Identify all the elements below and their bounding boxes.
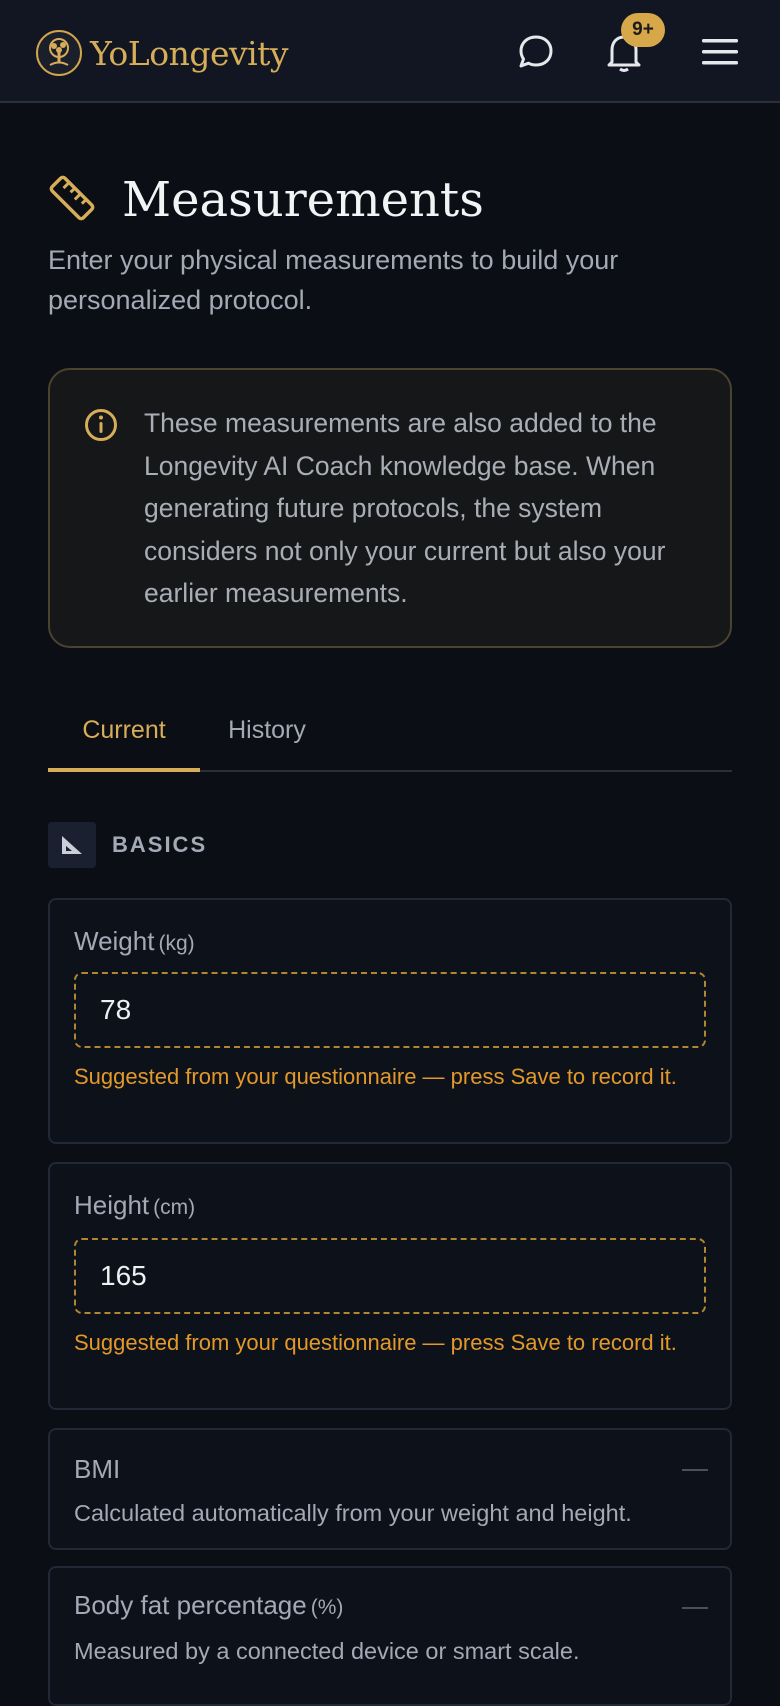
menu-icon[interactable] xyxy=(696,28,744,76)
body-fat-label-text: Body fat percentage xyxy=(74,1590,307,1620)
height-label: Height (cm) xyxy=(74,1190,195,1221)
weight-label-text: Weight xyxy=(74,926,155,956)
measurement-tabs: Current History xyxy=(48,700,732,772)
set-square-icon xyxy=(48,822,96,868)
page-header: Measurements xyxy=(48,172,484,228)
body-fat-empty-value xyxy=(682,1607,708,1609)
body-fat-card: Body fat percentage (%) Measured by a con… xyxy=(48,1566,732,1706)
info-icon xyxy=(84,408,118,447)
weight-card: Weight (kg) 78 Suggested from your questi… xyxy=(48,898,732,1144)
tree-logo-icon xyxy=(36,30,82,76)
body-fat-description: Measured by a connected device or smart … xyxy=(74,1638,580,1664)
ruler-icon xyxy=(48,174,96,227)
brand-name: YoLongevity xyxy=(90,33,289,73)
bmi-label: BMI xyxy=(74,1454,121,1484)
height-label-text: Height xyxy=(74,1190,150,1220)
page-title: Measurements xyxy=(122,172,484,228)
tab-current[interactable]: Current xyxy=(48,716,200,772)
chat-icon[interactable] xyxy=(512,28,560,76)
brand-link[interactable]: YoLongevity xyxy=(36,30,289,76)
weight-input[interactable]: 78 xyxy=(74,972,706,1048)
bmi-description: Calculated automatically from your weigh… xyxy=(74,1500,632,1526)
top-bar: YoLongevity 9+ xyxy=(0,0,780,103)
body-fat-label: Body fat percentage (%) xyxy=(74,1590,343,1621)
section-title: BASICS xyxy=(112,832,208,857)
section-header-basics: BASICS xyxy=(48,822,207,868)
weight-hint: Suggested from your questionnaire — pres… xyxy=(74,1064,677,1089)
bmi-empty-value xyxy=(682,1469,708,1471)
height-card: Height (cm) 165 Suggested from your quest… xyxy=(48,1162,732,1410)
weight-label: Weight (kg) xyxy=(74,926,195,957)
bmi-card: BMI Calculated automatically from your w… xyxy=(48,1428,732,1550)
notification-badge[interactable]: 9+ xyxy=(621,13,665,47)
page-subtitle: Enter your physical measurements to buil… xyxy=(48,245,619,315)
info-callout: These measurements are also added to the… xyxy=(48,368,732,648)
height-input[interactable]: 165 xyxy=(74,1238,706,1314)
tab-history[interactable]: History xyxy=(212,716,322,772)
height-hint: Suggested from your questionnaire — pres… xyxy=(74,1330,677,1355)
weight-unit: (kg) xyxy=(158,932,195,955)
body-fat-unit: (%) xyxy=(310,1596,344,1619)
info-text: These measurements are also added to the… xyxy=(144,408,666,608)
height-unit: (cm) xyxy=(153,1196,196,1219)
